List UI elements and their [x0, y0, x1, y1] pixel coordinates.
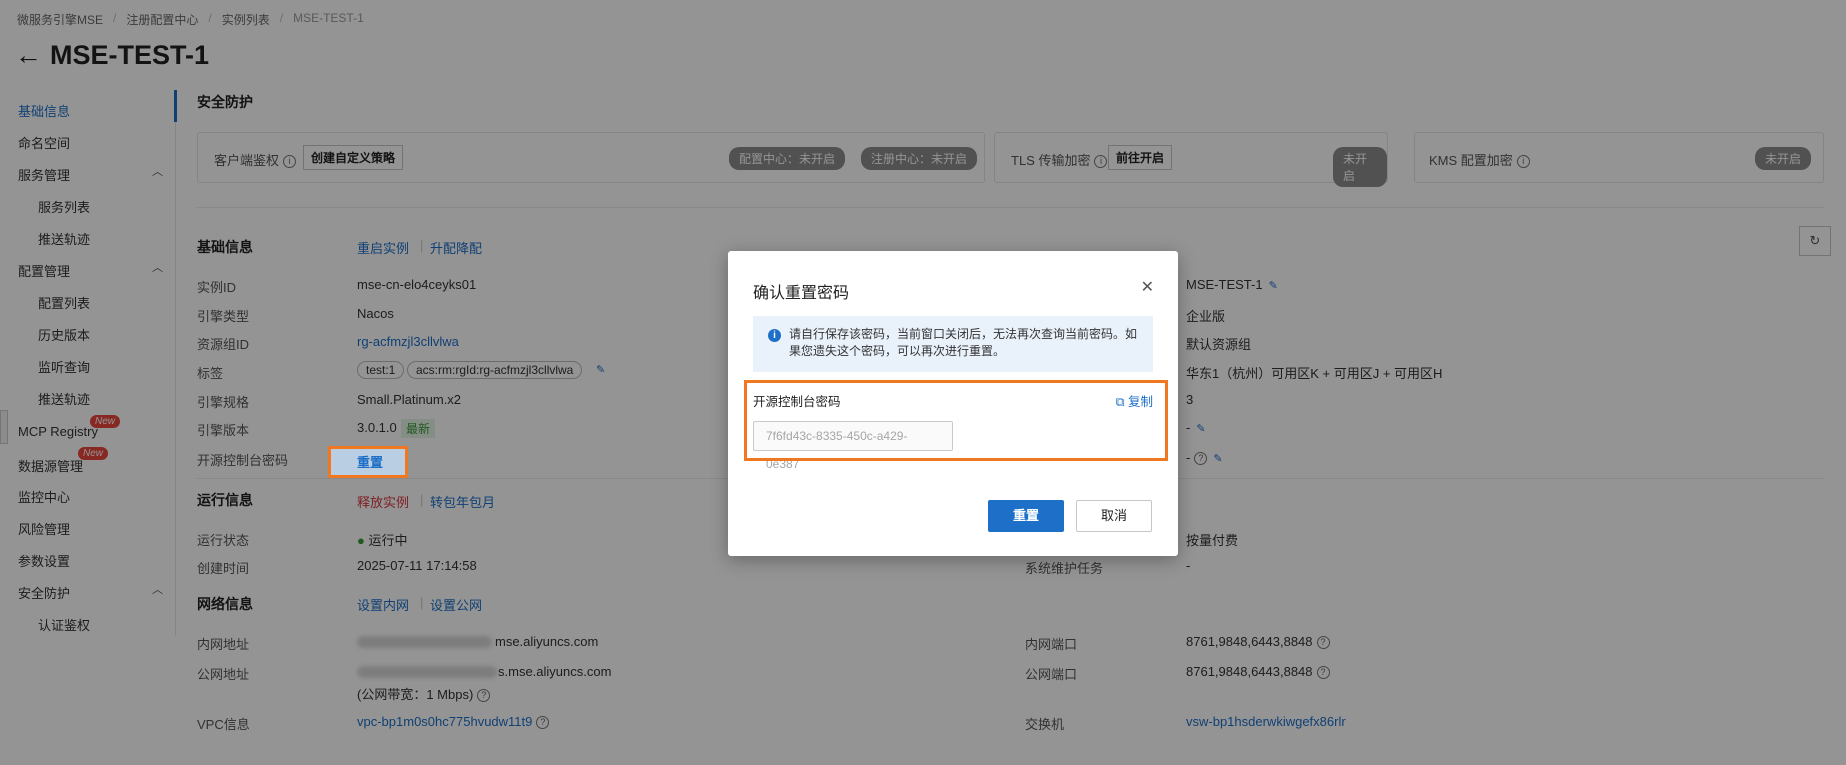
dialog-title: 确认重置密码 — [753, 285, 850, 302]
notice-text: 请自行保存该密码，当前窗口关闭后，无法再次查询当前密码。如果您遗失这个密码，可以… — [789, 327, 1138, 358]
info-icon: i — [768, 329, 781, 342]
confirm-reset-button[interactable]: 重置 — [988, 500, 1064, 532]
reset-password-link-highlighted[interactable]: 重置 — [357, 452, 383, 471]
highlight-box — [744, 380, 1168, 461]
cancel-button[interactable]: 取消 — [1076, 500, 1152, 532]
page: 微服务引擎MSE / 注册配置中心 / 实例列表 / MSE-TEST-1 ← … — [0, 0, 1846, 765]
notice-box: i 请自行保存该密码，当前窗口关闭后，无法再次查询当前密码。如果您遗失这个密码，… — [753, 316, 1153, 372]
close-icon[interactable]: ✕ — [1141, 277, 1154, 297]
